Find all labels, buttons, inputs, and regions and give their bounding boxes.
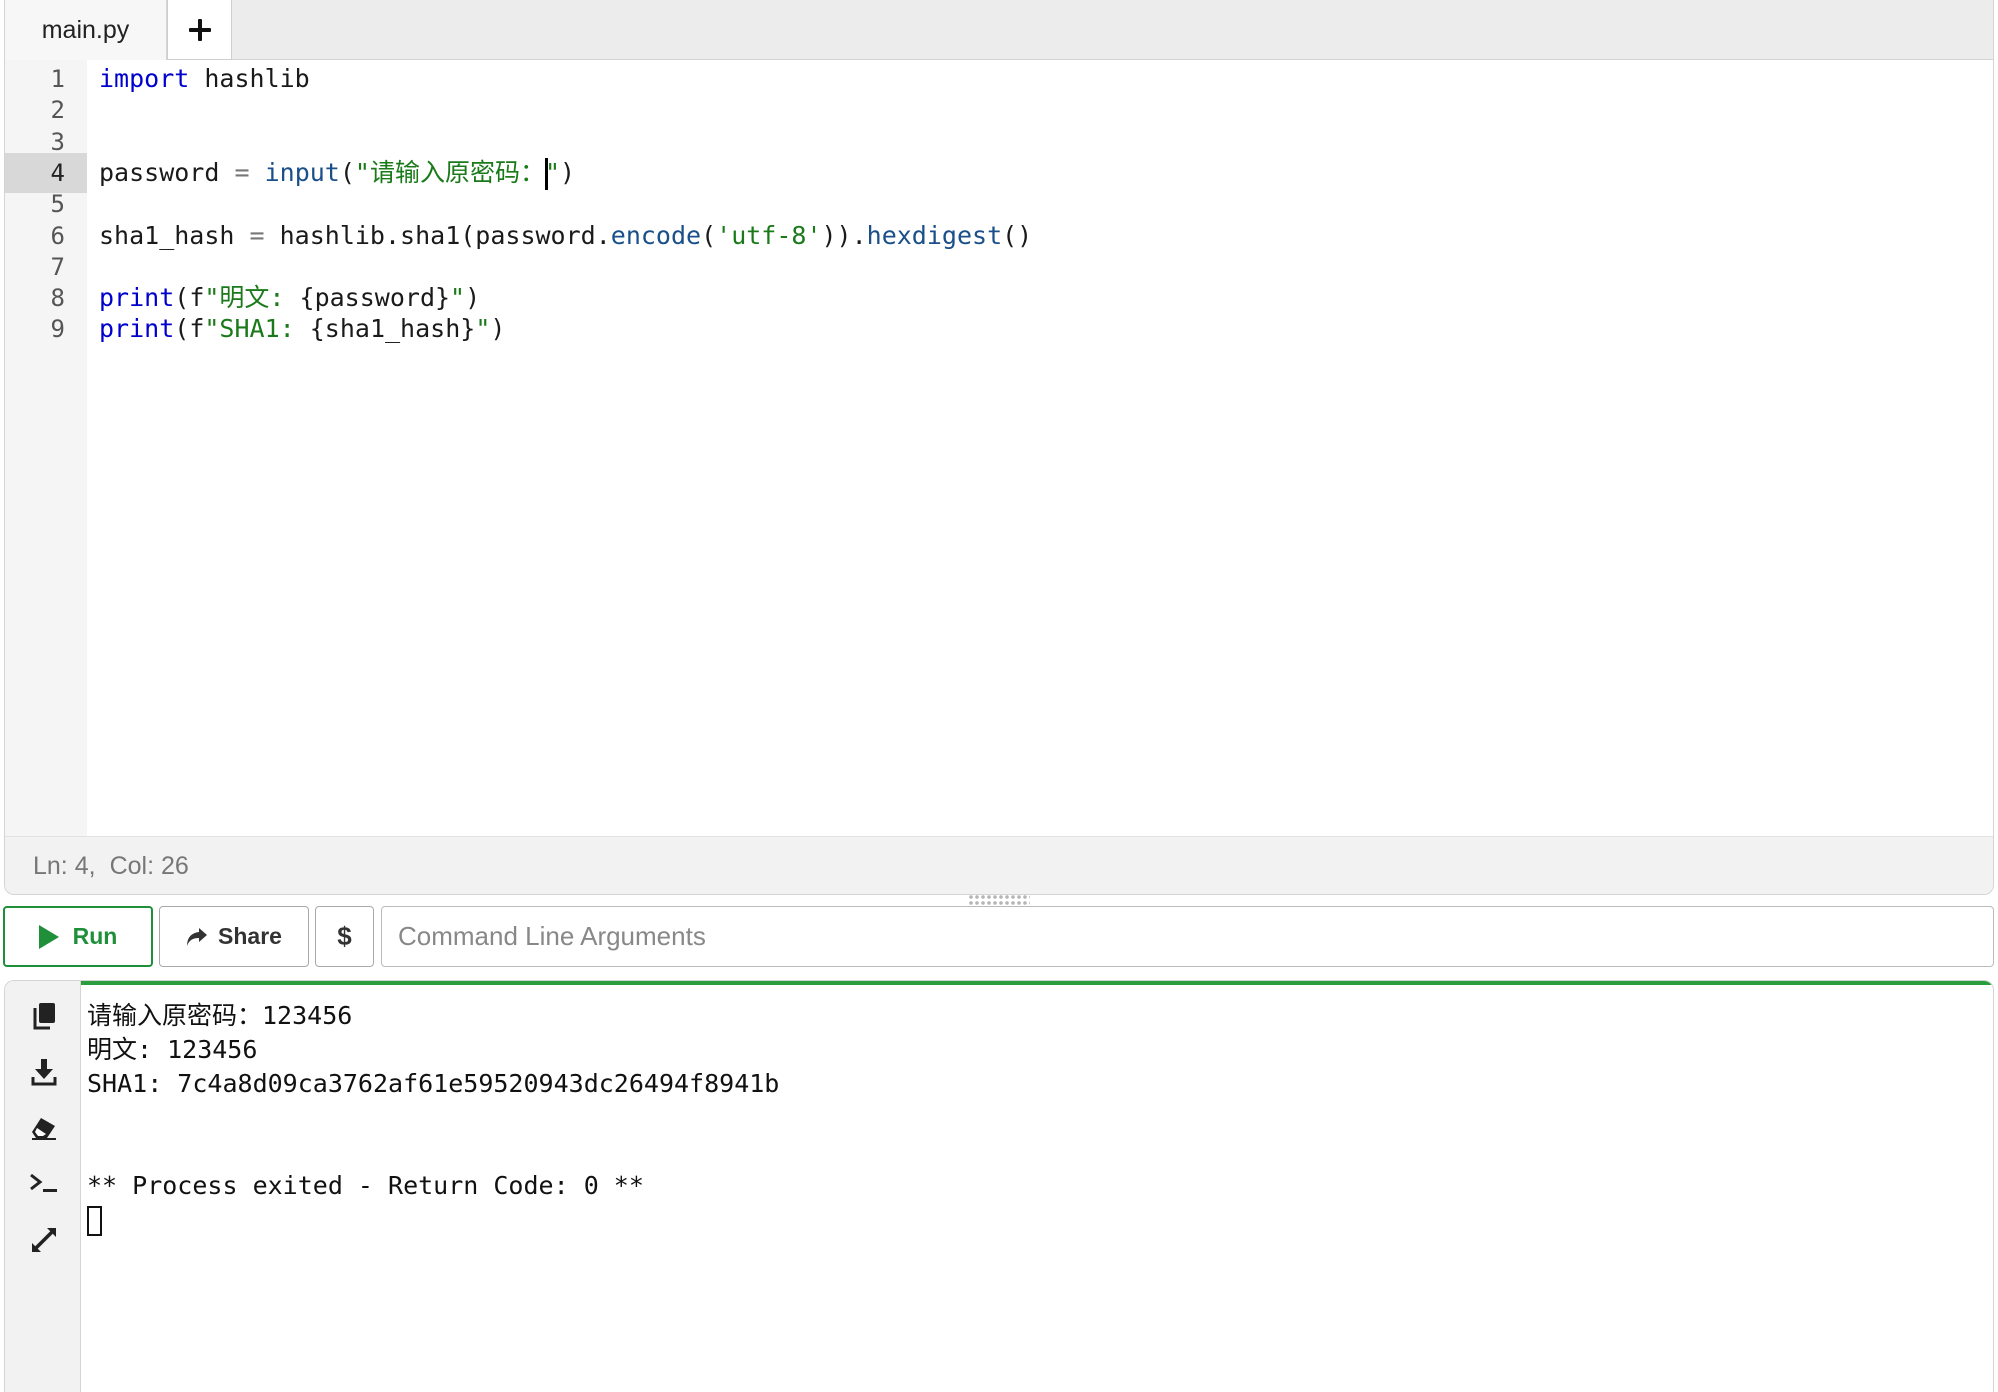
code-token: input [264,157,340,187]
run-button[interactable]: Run [3,906,153,967]
code-line[interactable]: password = input("请输入原密码：") [99,153,575,193]
code-token: print [99,314,175,344]
code-line[interactable]: print(f"SHA1: {sha1_hash}") [99,309,505,349]
code-token: (f [174,283,205,313]
editor-panel: main.py 123456789 import hashlib password… [4,0,1994,895]
code-token: ) [490,314,506,344]
terminal-icon[interactable] [27,1167,61,1201]
output-panel: 请输入原密码：123456 明文: 123456 SHA1: 7c4a8d09ca3… [4,980,1994,1392]
code-token: "明文: [204,283,300,313]
line-number-gutter: 123456789 [5,60,87,836]
play-icon [38,924,59,949]
code-token: )). [821,220,867,250]
command-line-arguments-input[interactable] [381,906,1994,967]
code-token: (f [174,314,205,344]
console-line: SHA1: 7c4a8d09ca3762af61e59520943dc26494… [87,1069,780,1098]
code-editor[interactable]: import hashlib password = input("请输入原密码："… [87,59,1993,836]
code-token: () [1002,220,1033,250]
code-token: " [544,157,561,187]
code-token: ) [465,283,481,313]
run-label: Run [72,923,118,949]
code-token: ( [339,157,355,187]
console-line: 请输入原密码：123456 [87,1001,353,1030]
code-token: = [249,220,265,250]
tab-main-py[interactable]: main.py [5,0,167,60]
code-token: password [99,157,235,187]
code-token: sha1_hash [99,220,250,250]
copy-icon[interactable] [27,999,61,1033]
code-token: encode [610,220,702,250]
line-number: 9 [50,315,65,344]
console-output[interactable]: 请输入原密码：123456 明文: 123456 SHA1: 7c4a8d09ca3… [87,999,1983,1237]
code-token: 'utf-8' [716,220,822,250]
code-token: hashlib [189,64,310,93]
output-sidebar [5,981,81,1392]
code-token: ( [701,220,717,250]
code-token: import [99,64,190,93]
status-bar: Ln: 4, Col: 26 [5,836,1993,894]
plus-icon [188,18,211,41]
code-token: {password} [299,283,451,313]
code-token: print [99,283,175,313]
code-token: = [234,157,250,187]
code-token: " [475,314,491,344]
cursor-line-status: Ln: 4, [33,852,96,880]
share-arrow-icon [186,927,208,947]
code-token: {sha1_hash} [309,314,476,344]
console-line: 明文: 123456 [87,1035,258,1064]
download-icon[interactable] [27,1055,61,1089]
add-tab-button[interactable] [167,0,232,60]
code-token: ) [560,157,576,187]
code-token: "SHA1: [204,314,310,344]
code-line[interactable]: sha1_hash = hashlib.sha1(password.encode… [99,216,1032,256]
expand-icon[interactable] [27,1223,61,1257]
share-button[interactable]: Share [159,906,309,967]
code-token: " [450,283,466,313]
cursor-col-status: Col: 26 [109,852,189,880]
output-status-line [81,981,1993,985]
eraser-icon[interactable] [27,1111,61,1145]
stdin-toggle-button[interactable]: $ [315,906,374,967]
code-token: hashlib.sha1(password. [264,220,611,250]
code-token: hexdigest [866,220,1003,250]
tab-bar: main.py [5,0,1993,60]
tab-label: main.py [41,15,130,44]
code-token: "请输入原密码： [354,157,545,187]
console-prompt-line [87,1203,1983,1237]
terminal-cursor [87,1206,102,1236]
share-label: Share [218,923,282,949]
dollar-label: $ [337,921,352,951]
code-line[interactable]: import hashlib [99,59,310,99]
console-line: ** Process exited - Return Code: 0 ** [87,1171,644,1200]
